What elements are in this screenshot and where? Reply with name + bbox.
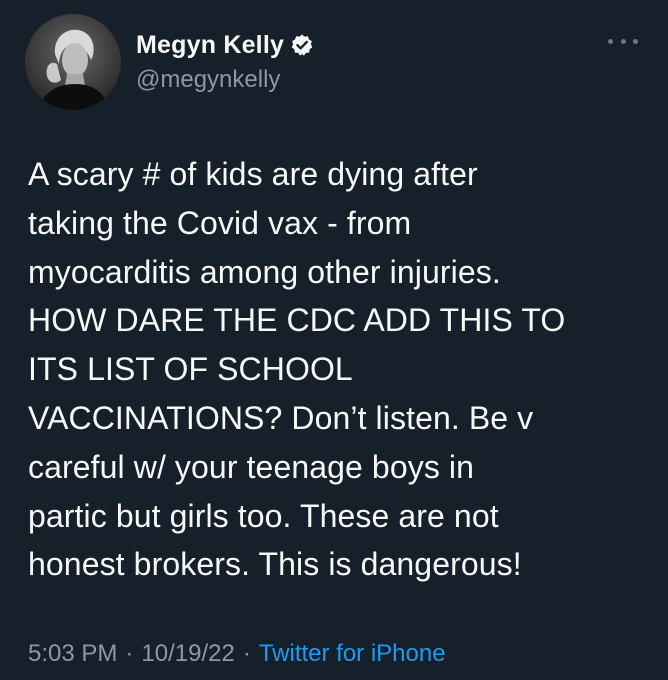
dot-icon xyxy=(633,38,638,44)
avatar-photo-icon xyxy=(25,14,121,110)
tweet-date[interactable]: 10/19/22 xyxy=(141,640,234,668)
author-handle[interactable]: @megynkelly xyxy=(136,66,280,94)
avatar[interactable] xyxy=(25,14,121,110)
separator: · xyxy=(125,640,134,667)
display-name[interactable]: Megyn Kelly xyxy=(136,31,284,60)
dot-icon xyxy=(620,38,626,44)
separator: · xyxy=(242,640,251,667)
verified-badge-icon xyxy=(290,33,314,57)
tweet-source-link[interactable]: Twitter for iPhone xyxy=(259,640,446,668)
tweet-metadata: 5:03 PM · 10/19/22 · Twitter for iPhone xyxy=(28,640,446,668)
dot-icon xyxy=(608,38,613,44)
tweet-text: A scary # of kids are dying after taking… xyxy=(28,156,566,583)
more-options-icon[interactable] xyxy=(608,34,638,48)
tweet-card: Megyn Kelly @megynkelly A scary # of kid… xyxy=(0,0,668,680)
tweet-time[interactable]: 5:03 PM xyxy=(28,640,117,668)
author-name-row[interactable]: Megyn Kelly xyxy=(136,28,314,62)
